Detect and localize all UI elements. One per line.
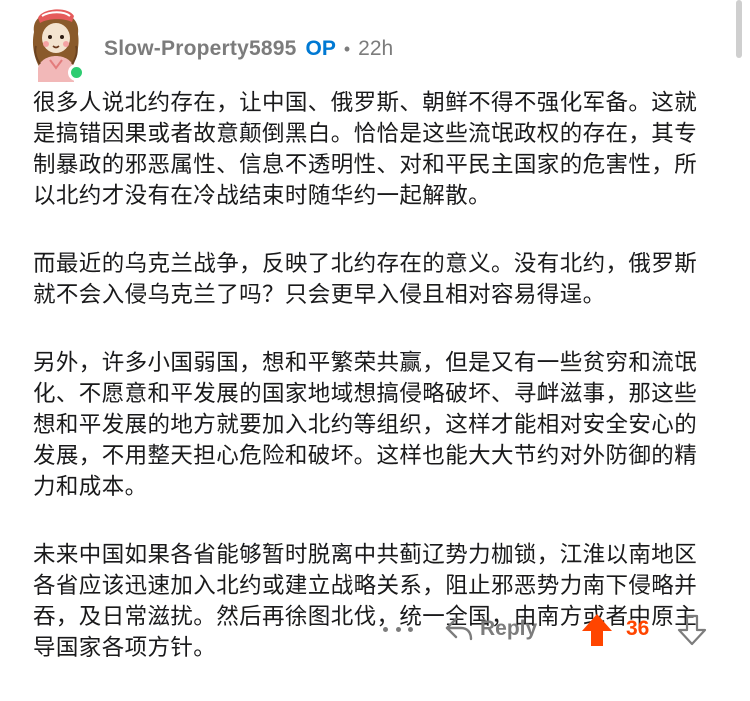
downvote-arrow-icon [677,614,707,646]
comment-header: Slow-Property5895 OP • 22h [24,6,724,86]
username-link[interactable]: Slow-Property5895 [104,34,296,64]
reply-arrow-icon [445,617,473,641]
comment-paragraph: 另外，许多小国弱国，想和平繁荣共赢，但是又有一些贫穷和流氓化、不愿意和平发展的国… [33,350,698,500]
comment-paragraph: 很多人说北约存在，让中国、俄罗斯、朝鲜不得不强化军备。这就是搞错因果或者故意颠倒… [33,90,698,209]
comment-timestamp: 22h [358,37,394,60]
more-horizontal-icon [408,626,413,632]
downvote-button[interactable] [676,613,708,647]
upvote-arrow-icon [582,614,612,646]
op-badge: OP [305,37,336,60]
reply-button[interactable]: Reply [444,612,537,646]
reply-label: Reply [480,617,538,640]
upvote-button[interactable] [580,612,614,648]
scrollbar-thumb[interactable] [736,0,742,58]
more-horizontal-icon [395,626,401,632]
meta-separator: • [343,39,351,59]
more-horizontal-icon [383,626,388,632]
comment-meta: Slow-Property5895 OP • 22h [104,34,393,64]
comment-paragraph: 而最近的乌克兰战争，反映了北约存在的意义。没有北约，俄罗斯就不会入侵乌克兰了吗？… [33,251,698,308]
vote-score: 36 [626,617,650,640]
online-status-indicator [68,64,85,81]
more-options-button[interactable] [383,614,413,644]
comment-action-bar: Reply 36 [0,606,750,654]
